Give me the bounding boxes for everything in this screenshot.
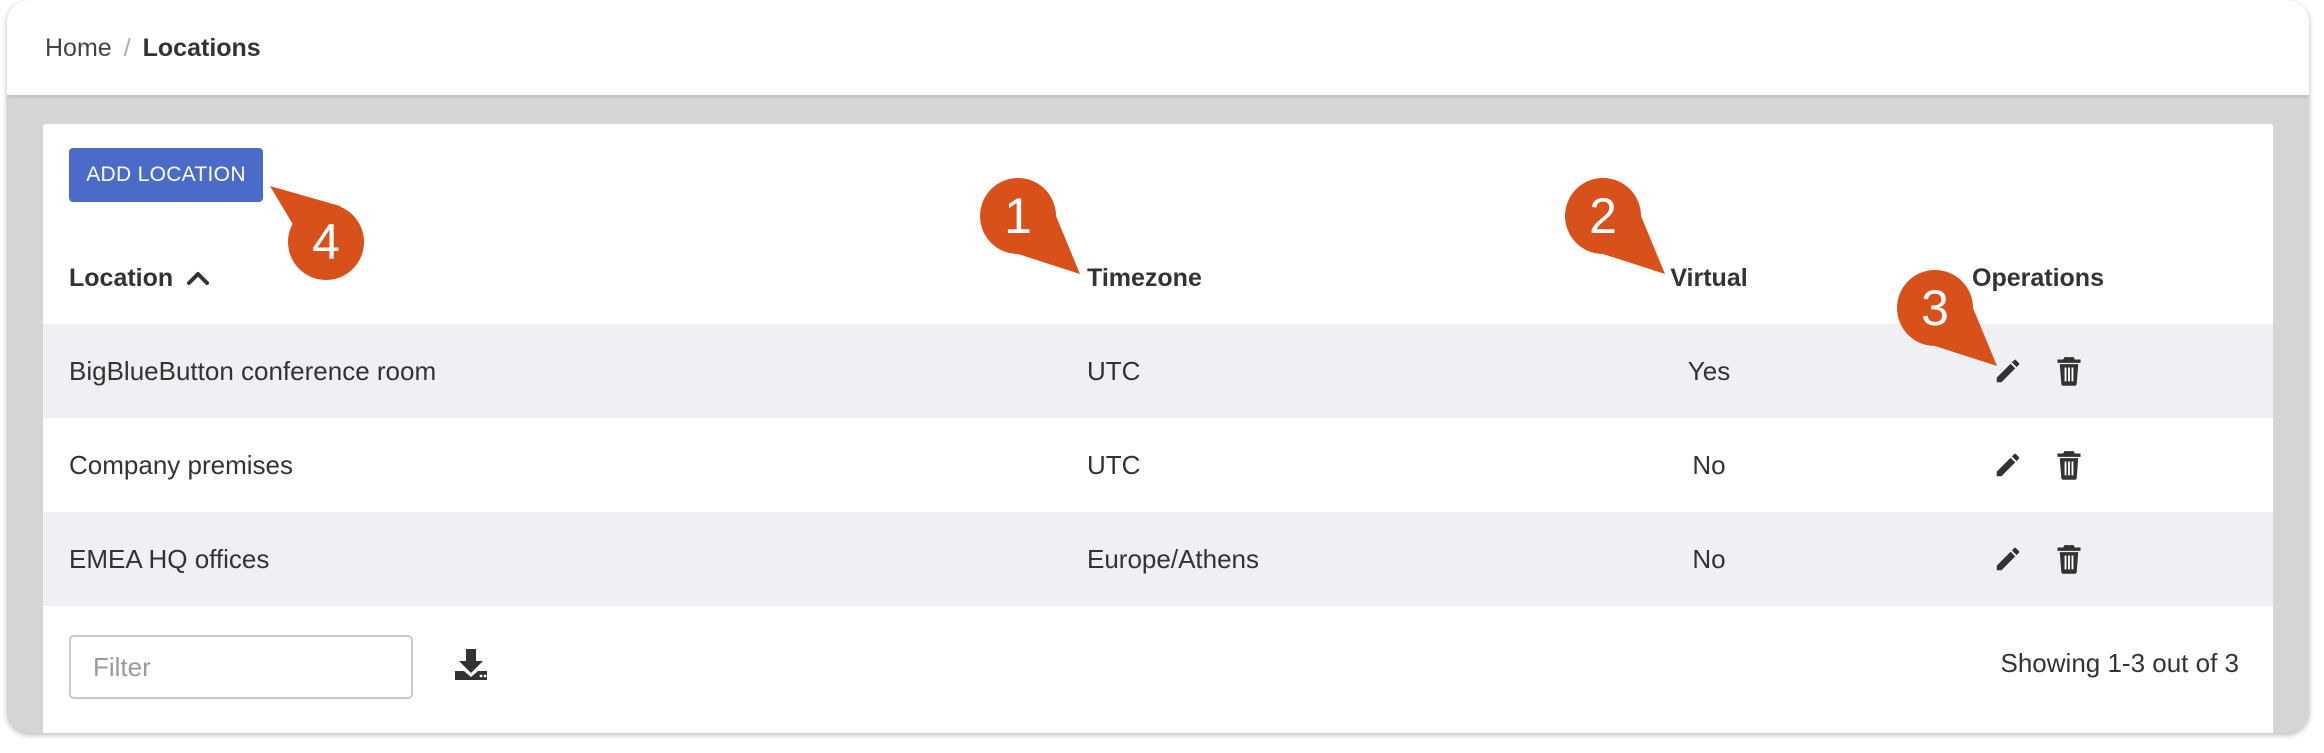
timezone-cell: UTC (1087, 355, 1141, 386)
chevron-up-icon (187, 264, 210, 293)
callout-number: 2 (1589, 188, 1617, 244)
column-header-timezone[interactable]: Timezone (1087, 264, 1202, 293)
callout-marker-4: 4 (270, 186, 382, 298)
timezone-cell: Europe/Athens (1087, 543, 1260, 574)
breadcrumb-home-link[interactable]: Home (45, 34, 112, 63)
pencil-icon[interactable] (1991, 542, 2025, 576)
callout-marker-3: 3 (1897, 270, 2009, 382)
virtual-cell: Yes (1687, 355, 1731, 386)
virtual-cell: No (1692, 449, 1726, 480)
table-row: EMEA HQ offices Europe/Athens No (43, 512, 2273, 606)
operations-cell (1991, 324, 2113, 418)
table-row: Company premises UTC No (43, 418, 2273, 512)
operations-cell (1991, 418, 2113, 512)
column-header-location[interactable]: Location (69, 264, 210, 293)
breadcrumb-separator: / (123, 34, 131, 62)
trash-icon[interactable] (2052, 542, 2086, 576)
location-name-cell: Company premises (69, 449, 293, 480)
location-name-cell: EMEA HQ offices (69, 543, 270, 574)
location-name-cell: BigBlueButton conference room (69, 355, 437, 386)
add-location-button[interactable]: ADD LOCATION (69, 148, 263, 202)
breadcrumb-current: Locations (142, 34, 261, 62)
column-header-location-label: Location (69, 264, 174, 292)
pencil-icon[interactable] (1991, 448, 2025, 482)
callout-marker-2: 2 (1565, 178, 1677, 290)
operations-cell (1991, 512, 2113, 606)
trash-icon[interactable] (2052, 448, 2086, 482)
timezone-cell: UTC (1087, 449, 1141, 480)
breadcrumb: Home / Locations (45, 34, 261, 63)
callout-number: 1 (1004, 188, 1032, 244)
download-icon[interactable] (451, 644, 491, 684)
virtual-cell: No (1692, 543, 1726, 574)
top-bar: Home / Locations (7, 0, 2309, 96)
filter-input[interactable] (69, 635, 413, 699)
callout-number: 4 (312, 214, 340, 270)
callout-number: 3 (1921, 280, 1949, 336)
pagination-summary: Showing 1-3 out of 3 (2000, 648, 2240, 678)
trash-icon[interactable] (2052, 354, 2086, 388)
callout-marker-1: 1 (980, 178, 1092, 290)
